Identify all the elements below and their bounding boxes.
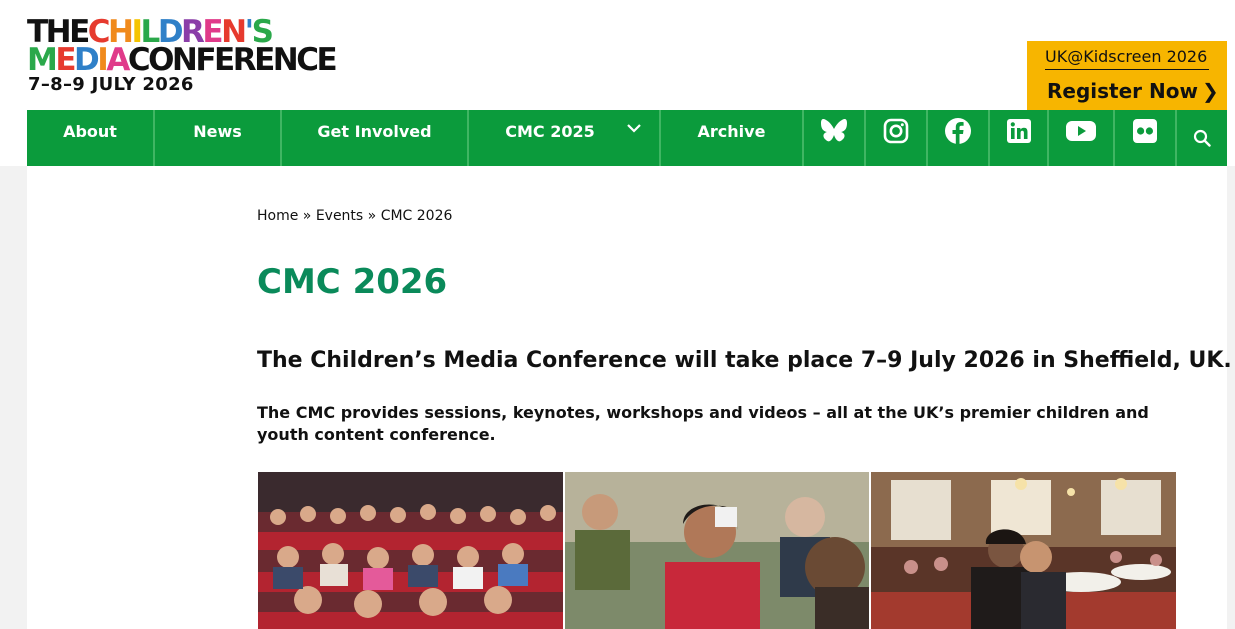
register-now-link[interactable]: Register Now ❯ — [1047, 79, 1219, 103]
search-icon — [1193, 129, 1211, 147]
site-logo[interactable]: THECHILDREN'S MEDIACONFERENCE 7–8–9 JULY… — [27, 14, 387, 98]
logo-letter: M — [27, 42, 58, 78]
logo-letter: D — [74, 42, 100, 78]
bluesky-link[interactable] — [804, 110, 866, 166]
youtube-link[interactable] — [1049, 110, 1115, 166]
search-button[interactable] — [1177, 110, 1227, 166]
logo-line-2: MEDIACONFERENCE — [27, 42, 338, 78]
facebook-icon — [945, 118, 971, 144]
promo-title: UK@Kidscreen 2026 — [1045, 47, 1209, 70]
lead-heading: The Children’s Media Conference will tak… — [257, 348, 1232, 373]
kidscreen-register-banner[interactable]: UK@Kidscreen 2026 Register Now ❯ — [1027, 41, 1227, 110]
nav-archive[interactable]: Archive — [661, 110, 804, 166]
nav-get-involved[interactable]: Get Involved — [282, 110, 469, 166]
chevron-down-icon — [627, 124, 641, 133]
site-header: THECHILDREN'S MEDIACONFERENCE 7–8–9 JULY… — [0, 0, 1235, 166]
linkedin-link[interactable] — [990, 110, 1049, 166]
breadcrumb-events[interactable]: Events — [316, 208, 363, 224]
breadcrumb-separator: » — [298, 208, 316, 224]
intro-text: The CMC provides sessions, keynotes, wor… — [257, 403, 1149, 444]
logo-media-colored: MEDIA — [27, 42, 130, 78]
logo-letter: E — [55, 42, 76, 78]
nav-cmc-2025[interactable]: CMC 2025 — [469, 110, 661, 166]
breadcrumb-home[interactable]: Home — [257, 208, 298, 224]
breadcrumb-separator: » — [363, 208, 381, 224]
networking-attendees-photo — [565, 472, 869, 629]
breadcrumb: Home » Events » CMC 2026 — [257, 208, 452, 224]
logo-letter: A — [106, 42, 130, 78]
logo-dates: 7–8–9 JULY 2026 — [28, 74, 194, 95]
logo-letter: I — [97, 42, 109, 78]
flickr-icon — [1133, 119, 1157, 143]
bluesky-icon — [821, 119, 847, 142]
page-title: CMC 2026 — [257, 262, 448, 302]
conference-audience-photo — [258, 472, 563, 629]
chevron-right-icon: ❯ — [1201, 79, 1219, 103]
ballroom-event-photo — [871, 472, 1176, 629]
main-content: Home » Events » CMC 2026 CMC 2026 The Ch… — [27, 166, 1232, 629]
main-nav: About News Get Involved CMC 2025 Archive — [27, 110, 1227, 166]
nav-news[interactable]: News — [155, 110, 282, 166]
youtube-icon — [1066, 121, 1096, 141]
flickr-link[interactable] — [1115, 110, 1177, 166]
nav-about[interactable]: About — [27, 110, 155, 166]
instagram-link[interactable] — [866, 110, 928, 166]
linkedin-icon — [1006, 119, 1031, 143]
breadcrumb-current: CMC 2026 — [380, 208, 453, 224]
facebook-link[interactable] — [928, 110, 990, 166]
instagram-icon — [883, 118, 909, 144]
